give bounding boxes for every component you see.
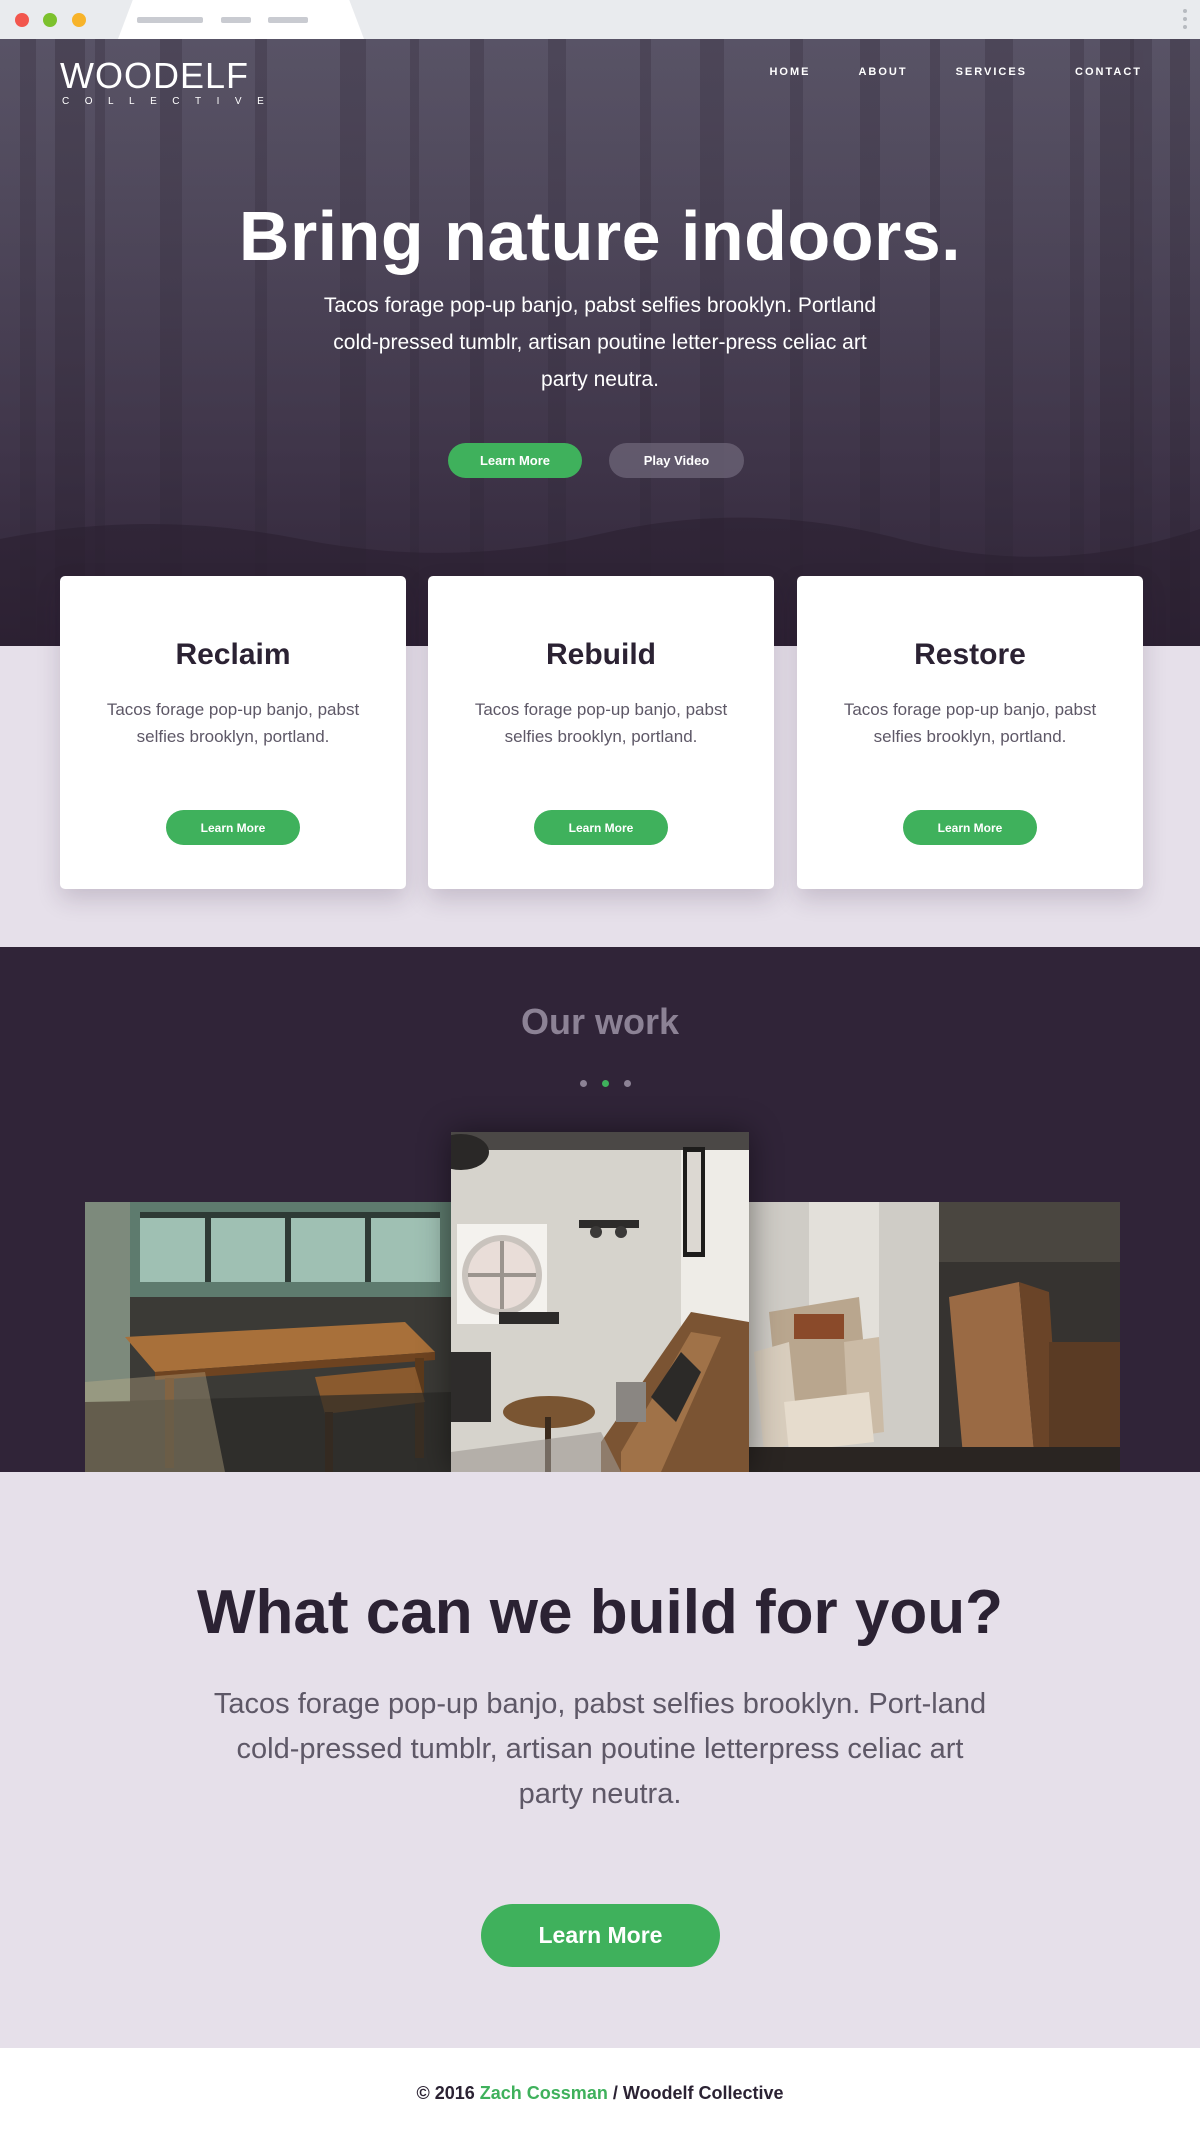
card-learn-more-button[interactable]: Learn More	[534, 810, 668, 845]
footer-credit: © 2016 Zach Cossman / Woodelf Collective	[0, 2083, 1200, 2104]
nav-item-services[interactable]: SERVICES	[956, 66, 1027, 78]
build-section: What can we build for you? Tacos forage …	[0, 1472, 1200, 2048]
main-nav: HOME ABOUT SERVICES CONTACT	[769, 66, 1142, 78]
close-dot[interactable]	[15, 13, 29, 27]
hero-section: WOODELF COLLECTIVE HOME ABOUT SERVICES C…	[0, 39, 1200, 646]
build-description: Tacos forage pop-up banjo, pabst selfies…	[213, 1688, 987, 1810]
hero-title: Bring nature indoors.	[238, 197, 962, 275]
maximize-dot[interactable]	[72, 13, 86, 27]
browser-chrome	[0, 0, 1200, 39]
footer-company: / Woodelf Collective	[612, 2083, 784, 2103]
nav-item-contact[interactable]: CONTACT	[1075, 66, 1142, 78]
our-work-section: Our work	[0, 947, 1200, 1472]
card-text: Tacos forage pop-up banjo, pabst selfies…	[843, 700, 1097, 746]
card-reclaim: Reclaim Tacos forage pop-up banjo, pabst…	[60, 576, 406, 889]
card-text: Tacos forage pop-up banjo, pabst selfies…	[474, 700, 728, 746]
hero-learn-more-button[interactable]: Learn More	[448, 443, 582, 478]
more-options-icon[interactable]	[1183, 9, 1187, 33]
logo-subtitle: COLLECTIVE	[62, 96, 280, 107]
card-title: Restore	[914, 638, 1026, 671]
carousel-dot-active[interactable]	[602, 1080, 609, 1087]
logo-wordmark: WOODELF	[60, 55, 250, 96]
card-title: Reclaim	[175, 638, 291, 671]
card-rebuild: Rebuild Tacos forage pop-up banjo, pabst…	[428, 576, 774, 889]
carousel-dot[interactable]	[624, 1080, 631, 1087]
card-restore: Restore Tacos forage pop-up banjo, pabst…	[797, 576, 1143, 889]
build-learn-more-button[interactable]: Learn More	[481, 1904, 720, 1967]
carousel-dot[interactable]	[580, 1080, 587, 1087]
nav-item-about[interactable]: ABOUT	[858, 66, 907, 78]
work-title: Our work	[520, 1001, 680, 1042]
work-photo-round-window-room[interactable]	[451, 1132, 749, 1472]
work-photo-dining-table[interactable]	[85, 1202, 451, 1472]
logo[interactable]: WOODELF COLLECTIVE	[60, 57, 279, 109]
build-title: What can we build for you?	[197, 1578, 1003, 1647]
tab-placeholder-line	[137, 17, 203, 23]
footer-author-link[interactable]: Zach Cossman	[480, 2083, 608, 2103]
card-title: Rebuild	[546, 638, 656, 671]
hero-description: Tacos forage pop-up banjo, pabst selfies…	[323, 294, 877, 391]
footer: © 2016 Zach Cossman / Woodelf Collective	[0, 2048, 1200, 2138]
nav-item-home[interactable]: HOME	[769, 66, 810, 78]
play-video-button[interactable]: Play Video	[609, 443, 744, 478]
card-learn-more-button[interactable]: Learn More	[166, 810, 300, 845]
card-text: Tacos forage pop-up banjo, pabst selfies…	[106, 700, 360, 746]
footer-copyright: © 2016	[416, 2083, 475, 2103]
tab-placeholder-line	[221, 17, 251, 23]
work-photo-armchair[interactable]	[749, 1202, 1120, 1472]
card-learn-more-button[interactable]: Learn More	[903, 810, 1037, 845]
minimize-dot[interactable]	[43, 13, 57, 27]
tab-placeholder-line	[268, 17, 308, 23]
